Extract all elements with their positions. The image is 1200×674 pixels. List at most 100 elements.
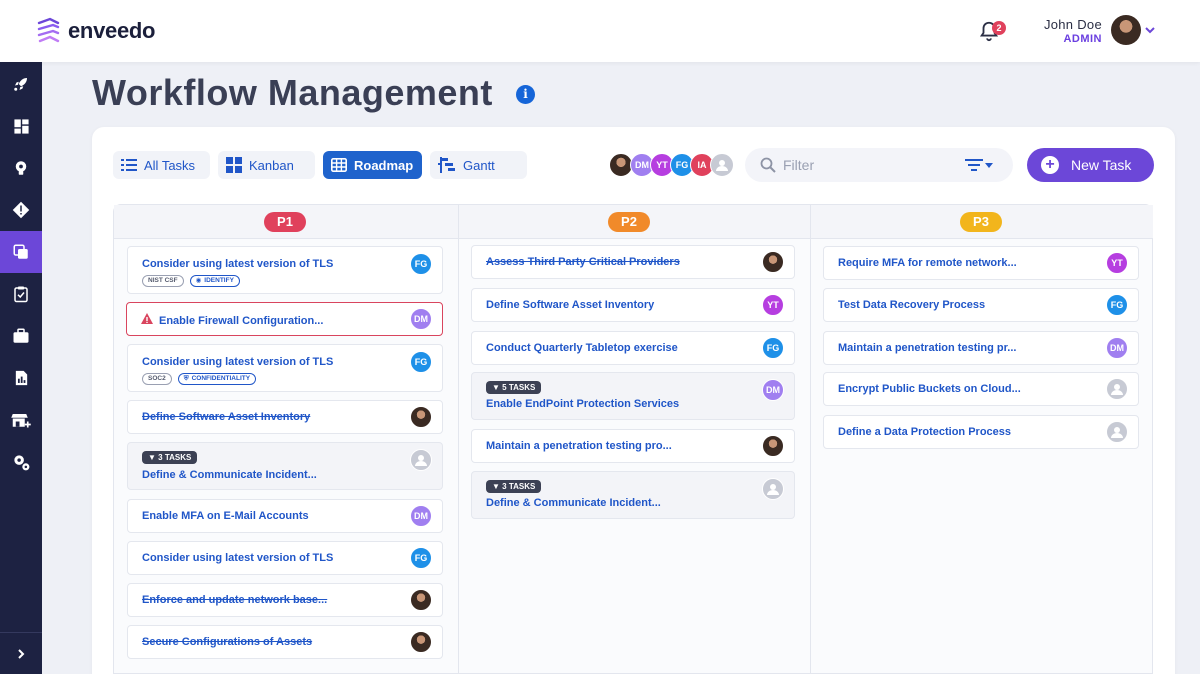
warning-diamond-icon	[12, 201, 30, 219]
task-title[interactable]: Require MFA for remote network...	[838, 257, 1017, 269]
task-card[interactable]: Test Data Recovery Process FG	[823, 288, 1139, 322]
assignee-filter-avatar-unassigned[interactable]	[710, 153, 734, 177]
task-title[interactable]: Define a Data Protection Process	[838, 426, 1011, 438]
task-card-alert[interactable]: Enable Firewall Configuration... DM	[126, 302, 443, 336]
task-title[interactable]: Consider using latest version of TLS	[142, 356, 333, 368]
person-icon	[415, 455, 427, 466]
assignee-avatar-unassigned[interactable]	[410, 449, 432, 471]
assignee-avatar-photo[interactable]	[410, 589, 432, 611]
sidebar-item-workflow[interactable]	[0, 231, 42, 273]
user-avatar[interactable]	[1111, 15, 1141, 45]
task-card[interactable]: Consider using latest version of TLS NIS…	[127, 246, 443, 294]
tab-kanban[interactable]: Kanban	[218, 151, 315, 179]
column-header-p2: P2	[458, 205, 810, 239]
task-card[interactable]: Conduct Quarterly Tabletop exercise FG	[471, 331, 795, 365]
assignee-avatar[interactable]: FG	[762, 337, 784, 359]
subtasks-badge[interactable]: ▼ 5 TASKS	[486, 381, 542, 394]
task-title[interactable]: Maintain a penetration testing pr...	[838, 342, 1016, 354]
sidebar-item-risks[interactable]	[0, 189, 42, 231]
task-card[interactable]: Maintain a penetration testing pro...	[471, 429, 795, 463]
top-bar: enveedo 2 John Doe ADMIN	[0, 0, 1200, 62]
task-title[interactable]: Enable EndPoint Protection Services	[486, 398, 679, 410]
assignee-avatar[interactable]: FG	[410, 351, 432, 373]
assignee-avatar[interactable]: DM	[410, 308, 432, 330]
assignee-avatar-unassigned[interactable]	[1106, 421, 1128, 443]
task-card[interactable]: Maintain a penetration testing pr... DM	[823, 331, 1139, 365]
task-card-completed[interactable]: Define Software Asset Inventory	[127, 400, 443, 434]
assignee-avatar[interactable]: DM	[1106, 337, 1128, 359]
filter-input[interactable]: Filter	[783, 157, 814, 173]
task-title[interactable]: Define & Communicate Incident...	[486, 497, 661, 509]
assignee-avatar[interactable]: YT	[762, 294, 784, 316]
assignee-avatar[interactable]: DM	[410, 505, 432, 527]
task-group-card[interactable]: ▼ 3 TASKS Define & Communicate Incident.…	[127, 442, 443, 490]
task-title[interactable]: Maintain a penetration testing pro...	[486, 440, 672, 452]
task-title[interactable]: Secure Configurations of Assets	[142, 636, 312, 648]
task-card[interactable]: Define Software Asset Inventory YT	[471, 288, 795, 322]
assignee-avatar-unassigned[interactable]	[762, 478, 784, 500]
assignee-avatar-photo[interactable]	[762, 251, 784, 273]
table-icon	[331, 158, 347, 172]
user-menu[interactable]: John Doe ADMIN	[1044, 17, 1102, 45]
assignee-avatar-photo[interactable]	[762, 435, 784, 457]
subtasks-badge[interactable]: ▼ 3 TASKS	[142, 451, 198, 464]
task-card-completed[interactable]: Assess Third Party Critical Providers	[471, 245, 795, 279]
new-task-button[interactable]: + New Task	[1027, 148, 1154, 182]
assignee-avatar[interactable]: YT	[1106, 252, 1128, 274]
task-card[interactable]: Consider using latest version of TLS FG	[127, 541, 443, 575]
task-group-card[interactable]: ▼ 3 TASKS Define & Communicate Incident.…	[471, 471, 795, 519]
task-title[interactable]: Assess Third Party Critical Providers	[486, 256, 680, 268]
task-title[interactable]: Test Data Recovery Process	[838, 299, 985, 311]
sidebar-item-dashboard[interactable]	[0, 105, 42, 147]
new-task-label: New Task	[1071, 157, 1132, 173]
sidebar-item-portfolio[interactable]	[0, 315, 42, 357]
function-tag: ◉ IDENTIFY	[189, 275, 240, 287]
assignee-avatar-unassigned[interactable]	[1106, 378, 1128, 400]
subtasks-badge[interactable]: ▼ 3 TASKS	[486, 480, 542, 493]
enveedo-logo-icon	[37, 17, 60, 43]
task-card[interactable]: Consider using latest version of TLS SOC…	[127, 344, 443, 392]
tab-all-tasks[interactable]: All Tasks	[113, 151, 210, 179]
task-title[interactable]: Enable MFA on E-Mail Accounts	[142, 510, 309, 522]
person-icon	[1111, 384, 1123, 395]
logo[interactable]: enveedo	[36, 17, 155, 45]
sidebar-expand-button[interactable]	[0, 632, 42, 674]
task-card[interactable]: Define a Data Protection Process	[823, 415, 1139, 449]
task-group-card[interactable]: ▼ 5 TASKS Enable EndPoint Protection Ser…	[471, 372, 795, 420]
chevron-down-icon[interactable]	[1144, 24, 1156, 36]
sidebar-item-ideas[interactable]	[0, 147, 42, 189]
tab-roadmap-label: Roadmap	[354, 157, 414, 173]
kanban-grid-icon	[226, 157, 242, 173]
task-title[interactable]: Define Software Asset Inventory	[142, 411, 310, 423]
task-title[interactable]: Define & Communicate Incident...	[142, 469, 317, 481]
assignee-avatar[interactable]: FG	[410, 547, 432, 569]
assignee-avatar-photo[interactable]	[410, 631, 432, 653]
filter-bar[interactable]: Filter	[745, 148, 1013, 182]
sidebar-item-settings[interactable]	[0, 441, 42, 483]
task-card[interactable]: Encrypt Public Buckets on Cloud...	[823, 372, 1139, 406]
task-card-completed[interactable]: Secure Configurations of Assets	[127, 625, 443, 659]
task-title[interactable]: Enforce and update network base...	[142, 594, 327, 606]
task-title[interactable]: Encrypt Public Buckets on Cloud...	[838, 383, 1021, 395]
tab-roadmap[interactable]: Roadmap	[323, 151, 422, 179]
task-title[interactable]: Define Software Asset Inventory	[486, 299, 654, 311]
sidebar-item-tasks[interactable]	[0, 273, 42, 315]
tab-gantt[interactable]: Gantt	[430, 151, 527, 179]
user-name: John Doe	[1043, 17, 1102, 32]
sidebar-item-reports[interactable]	[0, 357, 42, 399]
task-title[interactable]: Consider using latest version of TLS	[142, 258, 333, 270]
sidebar-item-marketplace[interactable]	[0, 399, 42, 441]
info-icon[interactable]: i	[516, 85, 535, 104]
task-card[interactable]: Enable MFA on E-Mail Accounts DM	[127, 499, 443, 533]
assignee-avatar[interactable]: FG	[1106, 294, 1128, 316]
filter-sort-icon[interactable]	[965, 158, 993, 172]
assignee-avatar[interactable]: DM	[762, 379, 784, 401]
sidebar-item-rocket[interactable]	[0, 63, 42, 105]
task-title[interactable]: Enable Firewall Configuration...	[141, 313, 323, 327]
assignee-avatar-photo[interactable]	[410, 406, 432, 428]
task-card[interactable]: Require MFA for remote network... YT	[823, 246, 1139, 280]
assignee-avatar[interactable]: FG	[410, 253, 432, 275]
task-title[interactable]: Consider using latest version of TLS	[142, 552, 333, 564]
task-title[interactable]: Conduct Quarterly Tabletop exercise	[486, 342, 678, 354]
task-card-completed[interactable]: Enforce and update network base...	[127, 583, 443, 617]
